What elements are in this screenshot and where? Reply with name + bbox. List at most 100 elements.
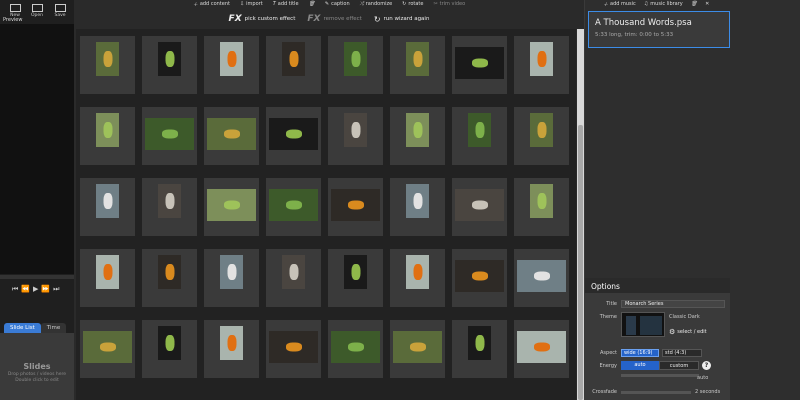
slide-thumbnail[interactable] [266,320,321,378]
photo-subject [413,122,422,138]
slide-photo [406,113,429,147]
skip-forward-icon[interactable]: ⏭ [53,285,59,294]
add-music-button[interactable]: ＋ add music [603,0,636,8]
refresh-icon: ↻ [373,14,381,24]
content-toolbar: ＋ add content ⇩ import Tadd title 🗑 ✎ capti… [74,0,584,8]
slide-thumbnail[interactable] [452,178,507,236]
caption-button[interactable]: ✎ caption [325,0,350,8]
preview-viewport[interactable] [0,24,74,274]
slide-thumbnail[interactable] [80,36,135,94]
slide-thumbnail[interactable] [204,178,259,236]
slide-thumbnail[interactable] [390,36,445,94]
randomize-button[interactable]: ⤮ randomize [360,0,393,8]
rewind-icon[interactable]: ⏪ [21,285,30,294]
slide-thumbnail[interactable] [514,320,569,378]
slide-thumbnail[interactable] [80,249,135,307]
slide-thumbnail[interactable] [452,320,507,378]
add-title-button[interactable]: Tadd title [273,0,299,8]
pen-icon: ✎ [324,1,330,7]
slide-thumbnail[interactable] [266,178,321,236]
remove-effect-button[interactable]: FX remove effect [307,12,361,26]
crossfade-slider[interactable] [621,391,691,394]
preview-scrubber[interactable] [0,275,74,279]
slide-thumbnail[interactable] [328,107,383,165]
tab-slide-list[interactable]: Slide List [4,323,41,333]
slide-thumbnail[interactable] [514,107,569,165]
slide-thumbnail[interactable] [514,178,569,236]
slide-thumbnail[interactable] [514,36,569,94]
slide-thumbnail[interactable] [204,36,259,94]
skip-back-icon[interactable]: ⏮ [12,285,18,294]
slide-thumbnail[interactable] [142,249,197,307]
pick-custom-effect-button[interactable]: FX pick custom effect [229,12,296,26]
slide-thumbnail[interactable] [390,249,445,307]
music-note-icon: ♫ [643,1,649,7]
slide-thumbnail[interactable] [266,249,321,307]
photo-subject [165,335,174,351]
slide-thumbnail[interactable] [142,107,197,165]
slide-photo [220,326,243,360]
slide-thumbnail[interactable] [328,320,383,378]
slide-thumbnail[interactable] [390,107,445,165]
photo-subject [351,122,360,138]
grid-scrollbar-thumb[interactable] [578,125,583,400]
music-track-item[interactable]: A Thousand Words.psa 5:33 long, trim: 0:… [588,11,730,48]
slide-thumbnail[interactable] [328,178,383,236]
run-wizard-button[interactable]: ↻ run wizard again [374,12,430,26]
slide-thumbnail[interactable] [452,107,507,165]
photo-subject [103,264,112,280]
gear-icon: ⚙ [669,328,676,336]
save-button[interactable]: Save [49,0,71,18]
slide-thumbnail[interactable] [514,249,569,307]
title-input[interactable]: Monarch Series [621,300,725,308]
slide-thumbnail[interactable] [80,178,135,236]
tab-timeline[interactable]: Time [40,323,67,333]
slide-thumbnail[interactable] [204,249,259,307]
add-content-button[interactable]: ＋ add content [193,0,230,8]
grid-scrollbar[interactable] [577,29,584,400]
slide-photo [220,255,243,289]
delete-button[interactable]: 🗑 [309,0,315,8]
import-button[interactable]: ⇩ import [240,0,263,8]
slide-thumbnail[interactable] [80,320,135,378]
help-icon[interactable]: ? [702,361,711,370]
energy-auto-button[interactable]: auto [621,361,659,370]
slide-thumbnail[interactable] [266,107,321,165]
slide-thumbnail[interactable] [452,249,507,307]
slide-photo [282,255,305,289]
trim-video-button[interactable]: ✂ trim video [433,0,465,8]
aspect-wide-option[interactable]: wide (16:9) [621,349,659,357]
energy-custom-button[interactable]: custom [659,361,699,370]
slide-thumbnail[interactable] [142,320,197,378]
track-title: A Thousand Words.psa [595,18,692,28]
music-settings-button[interactable]: ✕ [705,0,709,8]
select-edit-button[interactable]: ⚙ select / edit [669,328,707,336]
slide-thumbnail[interactable] [142,36,197,94]
right-panel: ＋ add music ♫ music library 🗑 ✕ A Thousand… [584,0,800,400]
slide-thumbnail[interactable] [204,320,259,378]
slide-thumbnail[interactable] [328,249,383,307]
import-label: import [246,1,263,7]
slide-thumbnail[interactable] [80,107,135,165]
slide-thumbnail[interactable] [390,178,445,236]
rotate-button[interactable]: ↻ rotate [402,0,423,8]
energy-slider[interactable] [621,374,699,377]
trash-icon: 🗑 [308,1,315,7]
slide-thumbnail[interactable] [452,36,507,94]
delete-music-button[interactable]: 🗑 [691,0,697,8]
music-library-button[interactable]: ♫ music library [644,0,683,8]
slide-photo [406,184,429,218]
theme-preview[interactable] [621,312,665,337]
new-button[interactable]: New [4,0,26,18]
slide-photo [530,42,553,76]
aspect-std-option[interactable]: std (4:3) [662,349,702,357]
play-icon[interactable]: ▶ [33,285,38,294]
fast-forward-icon[interactable]: ⏩ [41,285,50,294]
open-button[interactable]: Open [26,0,48,18]
slide-photo [282,42,305,76]
slide-thumbnail[interactable] [390,320,445,378]
slide-thumbnail[interactable] [204,107,259,165]
slide-thumbnail[interactable] [266,36,321,94]
slide-thumbnail[interactable] [142,178,197,236]
slide-thumbnail[interactable] [328,36,383,94]
